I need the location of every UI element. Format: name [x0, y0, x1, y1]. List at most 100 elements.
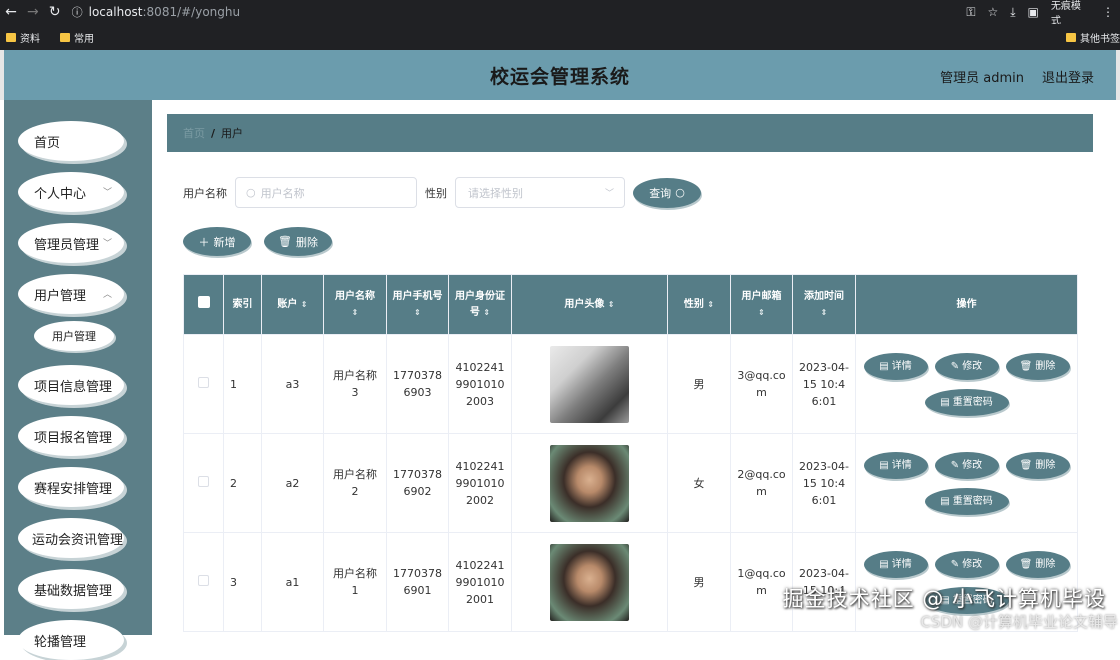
column-header[interactable]: 用户身份证号 ⇕ [449, 275, 512, 335]
detail-button[interactable]: ▤详情 [864, 551, 928, 578]
breadcrumb-home[interactable]: 首页 [183, 125, 205, 141]
email-cell: 2@qq.com [731, 434, 793, 533]
column-header[interactable]: 账户 ⇕ [262, 275, 324, 335]
document-icon: ▤ [879, 358, 888, 375]
select-all-checkbox[interactable] [198, 296, 210, 308]
sidebar-item-carousel[interactable]: 轮播管理 [18, 620, 124, 660]
detail-button[interactable]: ▤详情 [864, 452, 928, 479]
name-label: 用户名称 [183, 185, 227, 201]
browser-toolbar: ← → ↻ ⓘ localhost:8081/#/yonghu ⚿ ☆ ⤓ ▣ … [0, 0, 1120, 24]
sort-icon[interactable]: ⇕ [821, 308, 828, 317]
edit-button[interactable]: ✎修改 [935, 452, 999, 479]
bookmark-folder[interactable]: 资料 [6, 30, 40, 45]
name-search-input[interactable]: ○ 用户名称 [235, 177, 417, 208]
sidebar-item-home[interactable]: 首页 [18, 121, 124, 161]
sort-icon[interactable]: ⇕ [301, 300, 308, 309]
reload-icon[interactable]: ↻ [44, 4, 66, 20]
current-user: 管理员 admin [940, 67, 1024, 86]
sidebar-item-project-signup[interactable]: 项目报名管理 [18, 416, 124, 456]
name-placeholder: 用户名称 [261, 185, 305, 201]
sort-icon[interactable]: ⇕ [352, 308, 359, 317]
sidebar: 首页 个人中心﹀ 管理员管理﹀ 用户管理︿ 用户管理 项目信息管理 项目报名管理… [4, 100, 152, 635]
logout-link[interactable]: 退出登录 [1042, 67, 1094, 86]
sidebar-item-label: 项目报名管理 [34, 427, 112, 446]
index-cell: 3 [224, 533, 262, 632]
query-button[interactable]: 查询 ○ [633, 178, 701, 208]
key-icon[interactable]: ⚿ [966, 5, 975, 20]
phone-cell: 17703786901 [387, 533, 449, 632]
column-header[interactable]: 用户名称⇕ [324, 275, 387, 335]
row-checkbox[interactable] [198, 575, 209, 586]
star-icon[interactable]: ☆ [987, 5, 998, 19]
column-header[interactable]: 用户头像 ⇕ [512, 275, 668, 335]
column-header[interactable]: 性别 ⇕ [668, 275, 731, 335]
sidebar-item-users[interactable]: 用户管理︿ [18, 274, 124, 314]
gender-select[interactable]: 请选择性别 ﹀ [455, 177, 625, 208]
pencil-icon: ✎ [951, 457, 959, 474]
edit-button[interactable]: ✎修改 [935, 551, 999, 578]
row-checkbox[interactable] [198, 476, 209, 487]
bookmark-folder[interactable]: 常用 [60, 30, 94, 45]
document-icon: ▤ [940, 394, 949, 411]
back-icon[interactable]: ← [0, 4, 22, 20]
account-cell: a2 [262, 434, 324, 533]
sort-icon[interactable]: ⇕ [414, 308, 421, 317]
added-time-cell: 2023-04-15 10:46:01 [793, 335, 856, 434]
sidebar-item-schedule[interactable]: 赛程安排管理 [18, 467, 124, 507]
submenu-item-user-management[interactable]: 用户管理 [34, 321, 114, 351]
info-icon[interactable]: ⓘ [72, 4, 83, 20]
delete-button[interactable]: 🗑删除 [1006, 452, 1070, 479]
detail-label: 详情 [892, 358, 912, 375]
column-header-label: 用户身份证号 [455, 291, 505, 318]
index-cell: 1 [224, 335, 262, 434]
address-bar[interactable]: ⓘ localhost:8081/#/yonghu [72, 2, 967, 22]
delete-button[interactable]: 🗑删除 [1006, 551, 1070, 578]
sidebar-item-news[interactable]: 运动会资讯管理 [18, 518, 124, 558]
more-icon[interactable]: ⋮ [1102, 5, 1114, 19]
avatar-cell [512, 434, 668, 533]
avatar[interactable] [550, 346, 629, 423]
row-select-cell [184, 434, 224, 533]
url-path: :8081/#/yonghu [143, 5, 241, 19]
gender-cell: 女 [668, 434, 731, 533]
sort-icon[interactable]: ⇕ [608, 300, 615, 309]
chevron-down-icon: ﹀ [103, 185, 112, 198]
reset-password-button[interactable]: ▤重置密码 [925, 488, 1009, 515]
bulk-delete-button[interactable]: 🗑 删除 [264, 227, 332, 256]
incognito-label[interactable]: 无痕模式 [1051, 0, 1090, 27]
sort-icon[interactable]: ⇕ [707, 300, 714, 309]
sort-icon[interactable]: ⇕ [758, 308, 765, 317]
sidebar-item-label: 管理员管理 [34, 234, 99, 253]
avatar[interactable] [550, 445, 629, 522]
add-button[interactable]: ＋ 新增 [183, 227, 251, 256]
add-label: 新增 [214, 234, 236, 250]
column-header-label: 用户邮箱 [742, 291, 782, 302]
sort-icon[interactable]: ⇕ [483, 308, 490, 317]
avatar[interactable] [550, 544, 629, 621]
reset-password-button[interactable]: ▤重置密码 [925, 389, 1009, 416]
window-icon[interactable]: ▣ [1028, 5, 1039, 19]
column-header[interactable]: 用户邮箱 ⇕ [731, 275, 793, 335]
detail-button[interactable]: ▤详情 [864, 353, 928, 380]
column-header-label: 用户手机号 [393, 291, 443, 302]
edit-button[interactable]: ✎修改 [935, 353, 999, 380]
download-icon[interactable]: ⤓ [1010, 5, 1015, 20]
forward-icon[interactable]: → [22, 4, 44, 20]
select-all-header[interactable] [184, 275, 224, 335]
delete-label: 删除 [1035, 358, 1055, 375]
column-header[interactable]: 添加时间⇕ [793, 275, 856, 335]
sidebar-item-personal-center[interactable]: 个人中心﹀ [18, 172, 124, 212]
search-icon: ○ [246, 186, 256, 199]
other-bookmarks[interactable]: 其他书签 [1066, 30, 1120, 45]
sidebar-item-project-info[interactable]: 项目信息管理 [18, 365, 124, 405]
sidebar-item-base-data[interactable]: 基础数据管理 [18, 569, 124, 609]
phone-cell: 17703786902 [387, 434, 449, 533]
delete-button[interactable]: 🗑删除 [1006, 353, 1070, 380]
row-checkbox[interactable] [198, 377, 209, 388]
bookmark-label: 常用 [74, 30, 94, 45]
name-cell: 用户名称2 [324, 434, 387, 533]
delete-label: 删除 [1035, 457, 1055, 474]
name-cell: 用户名称1 [324, 533, 387, 632]
column-header[interactable]: 用户手机号 ⇕ [387, 275, 449, 335]
sidebar-item-admin[interactable]: 管理员管理﹀ [18, 223, 124, 263]
